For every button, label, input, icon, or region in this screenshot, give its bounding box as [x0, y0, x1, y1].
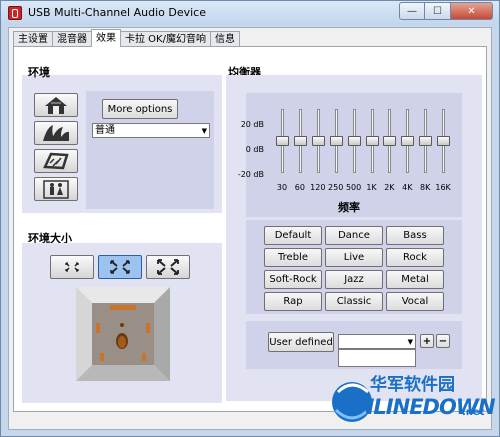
tab-effects[interactable]: 效果 [91, 29, 121, 47]
eq-slider-thumb[interactable] [437, 136, 451, 146]
app-icon [8, 6, 22, 20]
eq-preset-rap-button[interactable]: Rap [264, 292, 322, 311]
effects-page: 环境 More options 普通 ▼ 环境大小 均衡器 20 dB 0 dB… [13, 46, 487, 412]
eq-preset-metal-button[interactable]: Metal [386, 270, 444, 289]
minimize-button[interactable]: — [399, 2, 425, 20]
eq-slider-thumb[interactable] [419, 136, 433, 146]
eq-preset-live-button[interactable]: Live [325, 248, 383, 267]
eq-preset-soft-rock-button[interactable]: Soft-Rock [264, 270, 322, 289]
eq-slider-thumb[interactable] [276, 136, 289, 146]
tab-mixer[interactable]: 混音器 [52, 31, 92, 47]
env-stone-room-button[interactable] [34, 149, 78, 173]
add-preset-button[interactable]: + [420, 334, 434, 348]
caption-buttons: — ☐ ✕ [399, 2, 493, 20]
env-house-button[interactable] [34, 93, 78, 117]
env-size-small-button[interactable] [50, 255, 94, 279]
size-large-icon [157, 259, 179, 275]
title-bar[interactable]: USB Multi-Channel Audio Device — ☐ ✕ [1, 1, 499, 25]
eq-slider-thumb[interactable] [329, 136, 343, 146]
eq-preset-treble-button[interactable]: Treble [264, 248, 322, 267]
stone-room-icon [43, 152, 69, 170]
maximize-button[interactable]: ☐ [425, 2, 451, 20]
db-label-high: 20 dB [240, 120, 264, 129]
size-small-icon [65, 262, 79, 272]
window-title: USB Multi-Channel Audio Device [28, 6, 206, 19]
db-label-mid: 0 dB [245, 145, 264, 154]
env-size-medium-button[interactable] [98, 255, 142, 279]
room-visual [76, 287, 170, 381]
eq-axis-title: 频率 [338, 201, 360, 214]
db-label-low: -20 dB [237, 170, 264, 179]
chevron-down-icon: ▼ [407, 338, 413, 346]
opera-house-icon [43, 125, 69, 141]
user-defined-button[interactable]: User defined [268, 332, 334, 352]
house-icon [45, 97, 67, 114]
chevron-down-icon: ▼ [201, 127, 207, 135]
eq-slider-thumb[interactable] [383, 136, 397, 146]
eq-slider-thumb[interactable] [311, 136, 325, 146]
eq-slider-thumb[interactable] [365, 136, 379, 146]
eq-band-label: 16K [435, 183, 451, 192]
room-illustration [76, 287, 170, 381]
eq-preset-vocal-button[interactable]: Vocal [386, 292, 444, 311]
close-button[interactable]: ✕ [451, 2, 493, 20]
env-bathroom-button[interactable] [34, 177, 78, 201]
env-size-large-button[interactable] [146, 255, 190, 279]
environment-preset-value: 普通 [95, 125, 115, 136]
watermark: 华军软件园 ONLINEDOWN .net [318, 362, 498, 434]
eq-slider-thumb[interactable] [347, 136, 361, 146]
watermark-suffix: .net [462, 407, 485, 418]
eq-preset-classic-button[interactable]: Classic [325, 292, 383, 311]
environment-heading: 环境 [28, 66, 50, 79]
tab-main-settings[interactable]: 主设置 [13, 31, 53, 47]
env-opera-house-button[interactable] [34, 121, 78, 145]
remove-preset-button[interactable]: − [436, 334, 450, 348]
tab-karaoke[interactable]: 卡拉 OK/魔幻音响 [120, 31, 211, 47]
size-medium-icon [110, 260, 130, 274]
eq-preset-default-button[interactable]: Default [264, 226, 322, 245]
watermark-text-cn: 华军软件园 [370, 375, 455, 395]
eq-preset-bass-button[interactable]: Bass [386, 226, 444, 245]
eq-preset-dance-button[interactable]: Dance [325, 226, 383, 245]
eq-slider-thumb[interactable] [293, 136, 307, 146]
environment-preset-select[interactable]: 普通 ▼ [92, 123, 210, 138]
user-preset-select[interactable]: ▼ [338, 334, 416, 349]
eq-slider-thumb[interactable] [401, 136, 415, 146]
bathroom-icon [43, 180, 69, 199]
tab-strip: 主设置 混音器 效果 卡拉 OK/魔幻音响 信息 [13, 29, 240, 47]
eq-preset-rock-button[interactable]: Rock [386, 248, 444, 267]
tab-info[interactable]: 信息 [209, 31, 240, 47]
eq-preset-jazz-button[interactable]: Jazz [325, 270, 383, 289]
more-options-button[interactable]: More options [102, 99, 178, 119]
